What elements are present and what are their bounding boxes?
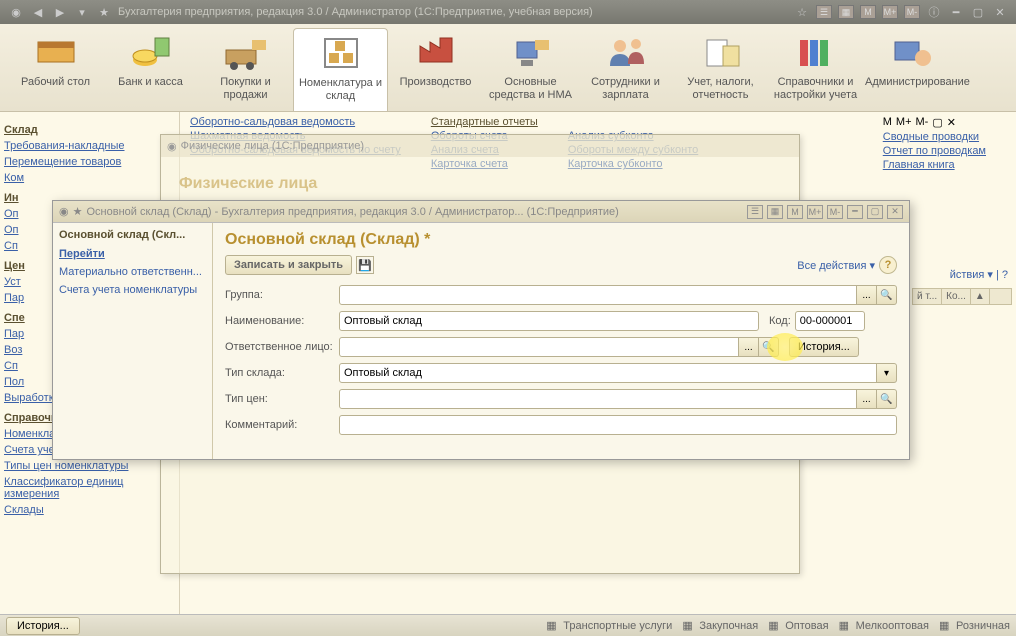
label-price-type: Тип цен: xyxy=(225,393,335,405)
status-item[interactable]: ▦Оптовая xyxy=(768,619,828,633)
tab-staff[interactable]: Сотрудники и зарплата xyxy=(578,28,673,111)
tab-stock[interactable]: Номенклатура и склад xyxy=(293,28,388,111)
name-input[interactable] xyxy=(339,311,759,331)
form-sidebar: Основной склад (Скл... Перейти Материаль… xyxy=(53,223,213,459)
tab-sales[interactable]: Покупки и продажи xyxy=(198,28,293,111)
save-icon[interactable]: 💾 xyxy=(356,256,374,274)
status-item[interactable]: ▦Розничная xyxy=(939,619,1010,633)
tab-tax[interactable]: Учет, налоги, отчетность xyxy=(673,28,768,111)
form-window-title: Основной склад (Склад) - Бухгалтерия пре… xyxy=(86,206,618,218)
price-type-input[interactable] xyxy=(339,389,857,409)
side-menu-goto[interactable]: Перейти xyxy=(59,245,206,263)
statusbar: История... ▦Транспортные услуги ▦Закупоч… xyxy=(0,614,1016,636)
label-code: Код: xyxy=(769,315,791,327)
form-window: ◉ ★ Основной склад (Склад) - Бухгалтерия… xyxy=(52,200,910,460)
min-icon[interactable]: ━ xyxy=(847,205,863,219)
form-main: Основной склад (Склад) * Записать и закр… xyxy=(213,223,909,459)
status-item[interactable]: ▦Закупочная xyxy=(682,619,758,633)
m-btn[interactable]: M xyxy=(787,205,803,219)
tab-prod[interactable]: Производство xyxy=(388,28,483,111)
form-title: Основной склад (Склад) * xyxy=(225,231,897,249)
tab-assets[interactable]: Основные средства и НМА xyxy=(483,28,578,111)
form-titlebar: ◉ ★ Основной склад (Склад) - Бухгалтерия… xyxy=(53,201,909,223)
ghost-title: Физические лица (1С:Предприятие) xyxy=(181,140,364,152)
mminus-btn[interactable]: M- xyxy=(904,5,920,19)
search-icon[interactable]: 🔍 xyxy=(877,285,897,305)
rpt-link[interactable]: Главная книга xyxy=(883,159,986,171)
rpt-link[interactable]: Оборотно-сальдовая ведомость xyxy=(190,116,401,128)
help-button[interactable]: ? xyxy=(879,256,897,274)
tab-admin[interactable]: Администрирование xyxy=(863,28,958,111)
history-button[interactable]: История... xyxy=(789,337,859,357)
rpt-link[interactable]: Сводные проводки xyxy=(883,131,986,143)
resp-input[interactable] xyxy=(339,337,739,357)
label-name: Наименование: xyxy=(225,315,335,327)
tab-bank[interactable]: Банк и касса xyxy=(103,28,198,111)
label-resp: Ответственное лицо: xyxy=(225,341,335,353)
type-input[interactable] xyxy=(339,363,877,383)
side-menu-resp[interactable]: Материально ответственн... xyxy=(59,263,206,281)
code-input[interactable] xyxy=(795,311,865,331)
sb-link[interactable]: Типы цен номенклатуры xyxy=(4,458,175,474)
close-icon[interactable]: ✕ xyxy=(887,205,903,219)
select-btn[interactable]: ... xyxy=(857,389,877,409)
save-close-button[interactable]: Записать и закрыть xyxy=(225,255,352,275)
label-comment: Комментарий: xyxy=(225,419,335,431)
label-group: Группа: xyxy=(225,289,335,301)
info-icon[interactable]: ⓘ xyxy=(926,4,942,20)
app-title: Бухгалтерия предприятия, редакция 3.0 / … xyxy=(118,6,788,18)
comment-input[interactable] xyxy=(339,415,897,435)
history-btn[interactable]: История... xyxy=(6,617,80,635)
sb-link[interactable]: Склады xyxy=(4,502,175,518)
bg-actions[interactable]: йствия ▾ | ? xyxy=(950,268,1008,281)
search-icon[interactable]: 🔍 xyxy=(877,389,897,409)
calc-icon[interactable]: ☰ xyxy=(747,205,763,219)
min-icon[interactable]: ━ xyxy=(948,4,964,20)
form-side-header: Основной склад (Скл... xyxy=(59,229,206,241)
fav-icon[interactable]: ☆ xyxy=(794,4,810,20)
sb-sec-0: Склад xyxy=(4,124,175,136)
calc-icon[interactable]: ☰ xyxy=(816,5,832,19)
sb-link[interactable]: Перемещение товаров xyxy=(4,154,175,170)
cal-icon[interactable]: ▦ xyxy=(838,5,854,19)
side-menu-acc[interactable]: Счета учета номенклатуры xyxy=(59,281,206,299)
status-item[interactable]: ▦Транспортные услуги xyxy=(546,619,672,633)
tab-refs[interactable]: Справочники и настройки учета xyxy=(768,28,863,111)
sb-link[interactable]: Ком xyxy=(4,170,175,186)
main-titlebar: ◉ ◀ ▶ ▾ ★ Бухгалтерия предприятия, редак… xyxy=(0,0,1016,24)
nav-back[interactable]: ◀ xyxy=(30,4,46,20)
label-type: Тип склада: xyxy=(225,367,335,379)
group-input[interactable] xyxy=(339,285,857,305)
tab-desktop[interactable]: Рабочий стол xyxy=(8,28,103,111)
nav-fwd[interactable]: ▶ xyxy=(52,4,68,20)
main-toolbar: Рабочий стол Банк и касса Покупки и прод… xyxy=(0,24,1016,112)
mminus-btn[interactable]: M- xyxy=(827,205,843,219)
max-icon[interactable]: ▢ xyxy=(867,205,883,219)
bg-table-header: й т...Ко...▲ xyxy=(912,288,1012,305)
star-icon[interactable]: ★ xyxy=(96,4,112,20)
rpt-link[interactable]: Отчет по проводкам xyxy=(883,145,986,157)
m-btn[interactable]: M xyxy=(860,5,876,19)
cal-icon[interactable]: ▦ xyxy=(767,205,783,219)
max-icon[interactable]: ▢ xyxy=(970,4,986,20)
mplus-btn[interactable]: M+ xyxy=(807,205,823,219)
dropdown-icon[interactable]: ▾ xyxy=(877,363,897,383)
all-actions-dd[interactable]: Все действия ▾ xyxy=(797,259,875,272)
mplus-btn[interactable]: M+ xyxy=(882,5,898,19)
select-btn[interactable]: ... xyxy=(739,337,759,357)
close-icon[interactable]: ✕ xyxy=(992,4,1008,20)
select-btn[interactable]: ... xyxy=(857,285,877,305)
rpt-hdr: Стандартные отчеты xyxy=(431,116,538,128)
app-icon: ◉ xyxy=(59,205,69,218)
sb-link[interactable]: Требования-накладные xyxy=(4,138,175,154)
status-item[interactable]: ▦Мелкооптовая xyxy=(839,619,929,633)
sb-link[interactable]: Классификатор единиц измерения xyxy=(4,474,175,502)
nav-dd[interactable]: ▾ xyxy=(74,4,90,20)
app-icon: ◉ xyxy=(8,4,24,20)
star-icon[interactable]: ★ xyxy=(73,205,83,218)
search-icon[interactable]: 🔍 xyxy=(759,337,779,357)
